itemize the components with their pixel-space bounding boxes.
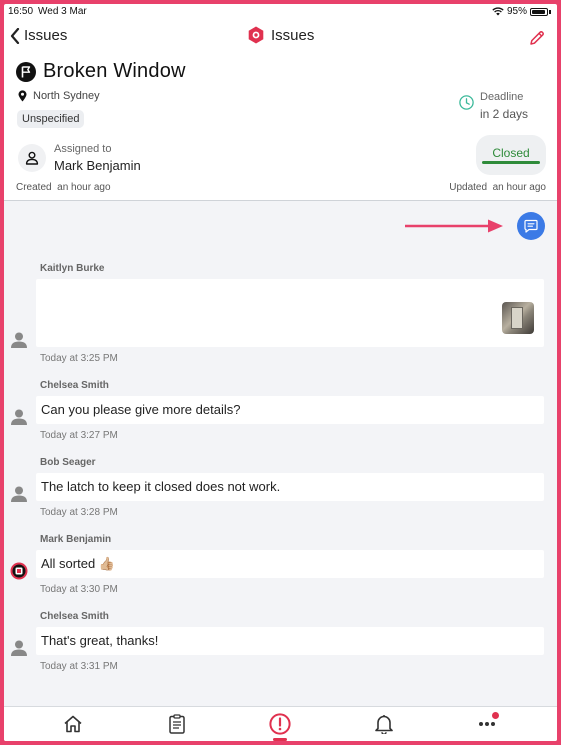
status-bar: 16:50 Wed 3 Mar 95% <box>4 4 557 20</box>
alert-circle-icon <box>269 713 291 735</box>
assigned-value: Mark Benjamin <box>54 158 141 173</box>
message-bubble: That's great, thanks! <box>36 627 544 655</box>
message-text: Can you please give more details? <box>41 402 241 417</box>
red-arrow-annotation <box>405 219 503 233</box>
battery-tip <box>549 9 551 14</box>
status-right: 95% <box>492 6 551 17</box>
message-time: Today at 3:28 PM <box>40 507 118 518</box>
navigation-bar: Issues Issues <box>4 20 557 56</box>
message-text: All sorted 👍🏼 <box>41 556 115 571</box>
message-icon <box>524 219 538 233</box>
message-author: Kaitlyn Burke <box>40 263 105 274</box>
app-frame: 16:50 Wed 3 Mar 95% Issues Issues Broken… <box>4 4 557 741</box>
deadline-value: in 2 days <box>480 107 529 121</box>
status-text: Closed <box>492 146 530 160</box>
new-comment-button[interactable] <box>517 212 545 240</box>
comments-area[interactable]: Kaitlyn Burke Today at 3:25 PM Chelsea S… <box>4 201 557 706</box>
back-label: Issues <box>24 27 68 44</box>
battery-percent: 95% <box>506 6 527 17</box>
issues-hexagon-icon <box>248 26 264 44</box>
status-button[interactable]: Closed <box>476 135 546 175</box>
message-author: Mark Benjamin <box>40 534 112 545</box>
user-avatar-icon <box>10 408 28 426</box>
user-avatar-icon <box>10 331 28 349</box>
wifi-icon <box>492 7 504 16</box>
user-logo-avatar <box>10 562 28 580</box>
message-bubble: All sorted 👍🏼 <box>36 550 544 578</box>
clipboard-list-icon <box>169 714 185 734</box>
status-time: 16:50 <box>8 6 34 17</box>
tab-checklist[interactable] <box>165 712 189 736</box>
created-label: Created <box>16 182 52 193</box>
message-time: Today at 3:27 PM <box>40 430 118 441</box>
more-badge-dot <box>492 712 499 719</box>
message-bubble: Can you please give more details? <box>36 396 544 424</box>
tab-bar <box>4 706 557 741</box>
message-time: Today at 3:25 PM <box>40 353 118 364</box>
updated-info: Updated an hour ago <box>449 182 546 193</box>
battery-icon <box>530 7 548 16</box>
nav-title-text: Issues <box>271 26 315 44</box>
active-tab-indicator <box>273 738 287 741</box>
message-author: Chelsea Smith <box>40 611 109 622</box>
status-date: Wed 3 Mar <box>38 6 87 17</box>
message-author: Bob Seager <box>40 457 96 468</box>
category-tag[interactable]: Unspecified <box>17 110 85 128</box>
user-avatar-icon <box>10 639 28 657</box>
clock-icon <box>459 95 474 110</box>
location: North Sydney <box>18 90 100 102</box>
message-bubble: The latch to keep it closed does not wor… <box>36 473 544 501</box>
assignee[interactable]: Assigned to Mark Benjamin <box>18 140 141 174</box>
map-pin-icon <box>18 90 27 102</box>
created-value: an hour ago <box>57 182 111 193</box>
updated-value: an hour ago <box>492 182 546 193</box>
issue-title-text: Broken Window <box>43 60 186 82</box>
more-dots-icon <box>479 722 495 726</box>
tab-issues[interactable] <box>268 712 292 736</box>
chevron-left-icon <box>10 27 20 44</box>
pencil-icon <box>530 31 544 45</box>
deadline-label: Deadline <box>480 91 524 103</box>
status-underline <box>482 161 540 164</box>
message-time: Today at 3:31 PM <box>40 661 118 672</box>
message-time: Today at 3:30 PM <box>40 584 118 595</box>
home-icon <box>64 715 82 733</box>
message-bubble-photo <box>36 279 544 347</box>
tab-notifications[interactable] <box>372 712 396 736</box>
back-button[interactable]: Issues <box>10 27 67 44</box>
person-icon <box>18 144 46 172</box>
location-text: North Sydney <box>33 90 100 102</box>
flag-icon <box>16 61 36 82</box>
user-avatar-icon <box>10 485 28 503</box>
message-text: That's great, thanks! <box>41 633 159 648</box>
updated-label: Updated <box>449 182 488 193</box>
message-author: Chelsea Smith <box>40 380 109 391</box>
tab-home[interactable] <box>61 712 85 736</box>
message-text: The latch to keep it closed does not wor… <box>41 479 281 494</box>
nav-title: Issues <box>248 26 314 44</box>
photo-attachment[interactable] <box>502 302 534 334</box>
edit-button[interactable] <box>529 30 545 51</box>
created-info: Created an hour ago <box>16 182 111 193</box>
assigned-label: Assigned to <box>54 143 112 155</box>
issue-title: Broken Window <box>16 60 186 83</box>
bell-icon <box>375 715 393 734</box>
